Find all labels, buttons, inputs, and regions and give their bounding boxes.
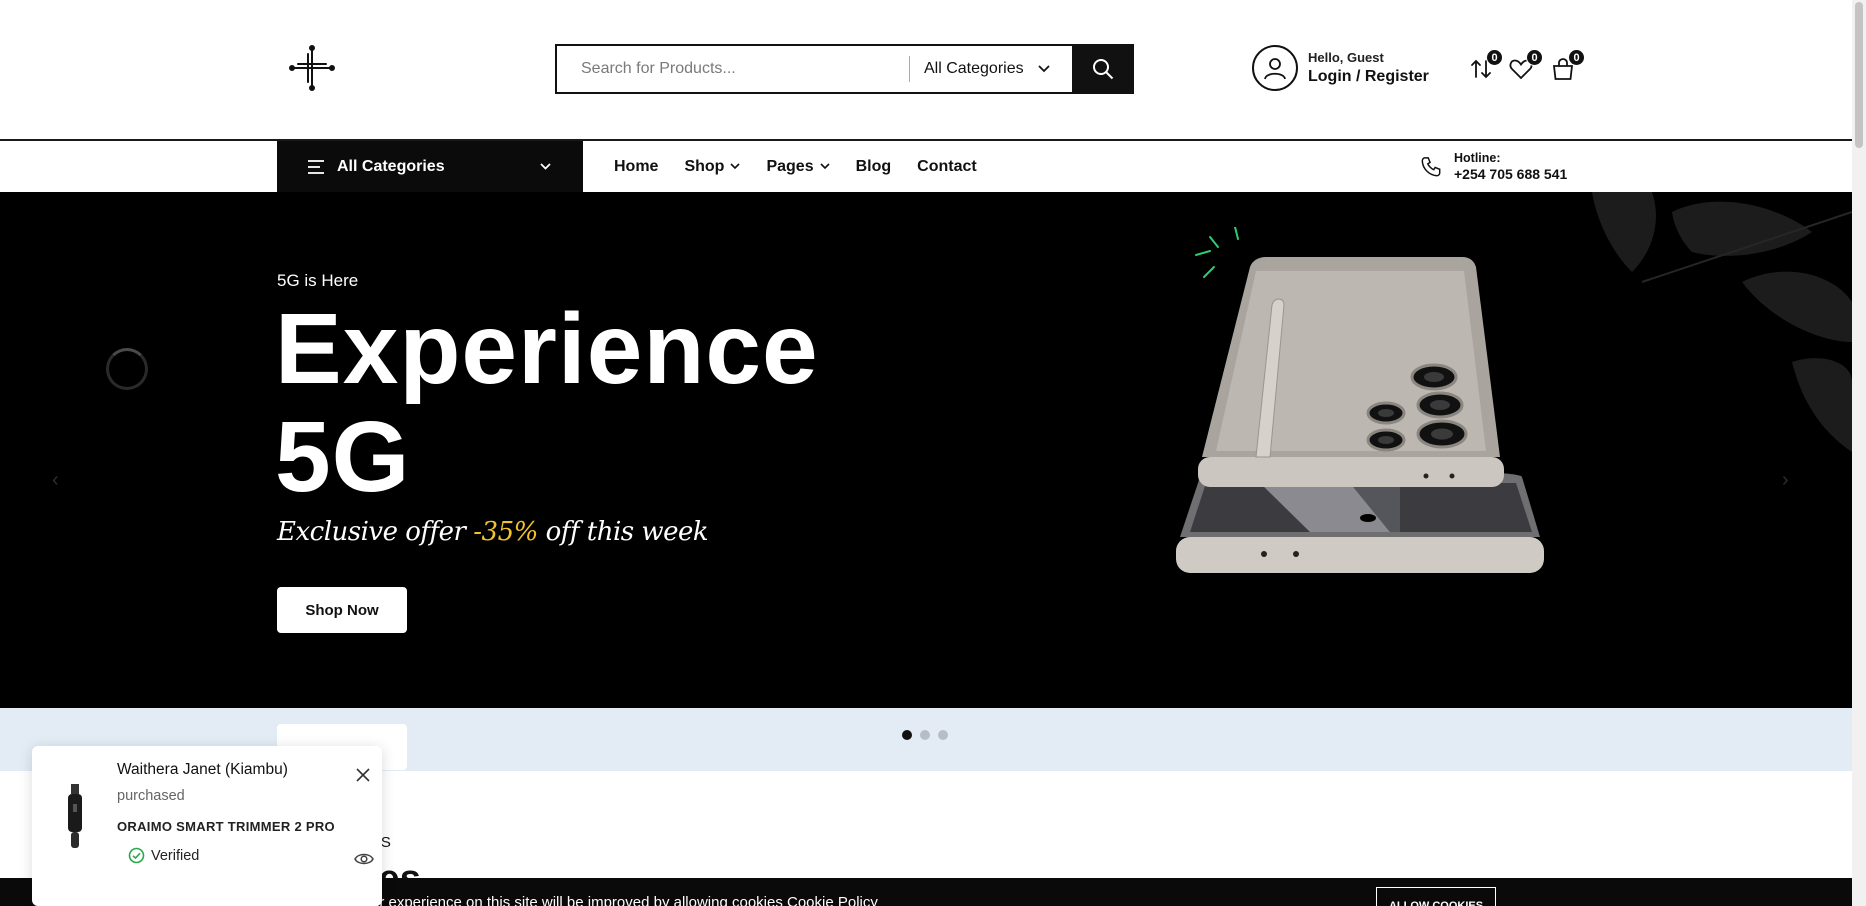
hero-shop-now-button[interactable]: Shop Now [277, 587, 407, 633]
hero-title: Experience 5G [275, 295, 819, 511]
offer-percent: -35% [473, 517, 538, 547]
search-category-label: All Categories [924, 60, 1024, 77]
loading-spinner-icon [106, 348, 148, 390]
slider-next-arrow-icon[interactable]: › [1782, 469, 1789, 492]
main-navigation: All Categories Home Shop Pages Blog Cont… [0, 141, 1852, 192]
nav-item-label: Home [614, 157, 659, 175]
verified-label: Verified [151, 847, 200, 864]
user-greeting: Hello, Guest [1308, 50, 1384, 65]
product-thumbnail-image [68, 784, 82, 848]
hero-title-line-2: 5G [275, 401, 411, 513]
user-icon [1252, 45, 1298, 91]
search-icon [1093, 59, 1114, 80]
search-input[interactable] [557, 46, 897, 92]
site-logo-icon[interactable] [288, 44, 336, 92]
nav-item-label: Contact [917, 157, 977, 175]
compare-count-badge: 0 [1486, 49, 1503, 66]
popup-verified: Verified [128, 847, 199, 864]
chevron-down-icon [1037, 65, 1050, 73]
slider-dot[interactable] [920, 730, 930, 740]
hero-title-line-1: Experience [275, 293, 819, 405]
nav-item-pages[interactable]: Pages [766, 157, 830, 176]
allow-cookies-button[interactable]: ALLOW COOKIES [1376, 887, 1496, 906]
hero-eyebrow: 5G is Here [277, 271, 359, 290]
slider-pagination [902, 730, 948, 740]
phone-icon [1421, 156, 1441, 176]
cart-button[interactable]: 0 [1550, 49, 1585, 82]
site-header: All Categories Hello, Guest Login / Regi… [0, 0, 1852, 141]
hotline[interactable]: Hotline: +254 705 688 541 [1420, 151, 1567, 182]
all-categories-label: All Categories [337, 157, 445, 175]
wishlist-count-badge: 0 [1526, 49, 1543, 66]
offer-prefix: Exclusive offer [277, 517, 474, 547]
login-register-link[interactable]: Login / Register [1308, 68, 1429, 86]
nav-item-home[interactable]: Home [614, 158, 658, 176]
nav-item-blog[interactable]: Blog [856, 158, 892, 176]
chevron-down-icon [730, 163, 741, 170]
compare-button[interactable]: 0 [1468, 49, 1503, 82]
popup-product-name[interactable]: ORAIMO SMART TRIMMER 2 PRO [117, 819, 335, 834]
smartphone-product-image [1176, 227, 1544, 573]
popup-action: purchased [117, 788, 185, 804]
close-icon[interactable] [354, 766, 372, 784]
all-categories-button[interactable]: All Categories [277, 141, 583, 192]
verified-check-icon [128, 847, 145, 864]
eye-icon[interactable] [354, 852, 374, 866]
nav-item-label: Shop [684, 157, 725, 175]
slider-prev-arrow-icon[interactable]: ‹ [52, 469, 59, 492]
cart-count-badge: 0 [1568, 49, 1585, 66]
recent-purchase-popup: Waithera Janet (Kiambu) purchased ORAIMO… [32, 746, 382, 906]
hotline-number: +254 705 688 541 [1454, 166, 1568, 182]
chevron-down-icon [820, 163, 830, 170]
nav-item-contact[interactable]: Contact [917, 158, 977, 176]
nav-item-label: Blog [855, 157, 892, 175]
wishlist-button[interactable]: 0 [1508, 49, 1543, 82]
search-button[interactable] [1072, 44, 1134, 94]
slider-dot[interactable] [938, 730, 948, 740]
hero-offer-text: Exclusive offer -35% off this week [277, 517, 709, 547]
nav-menu: Home Shop Pages Blog Contact [614, 141, 1003, 192]
scrollbar-thumb[interactable] [1855, 2, 1863, 148]
search-category-select[interactable]: All Categories [910, 60, 1070, 78]
hamburger-menu-icon [308, 159, 324, 174]
page-scrollbar[interactable] [1852, 0, 1866, 906]
cookie-message: Your experience on this site will be imp… [354, 894, 878, 906]
slider-dot[interactable] [902, 730, 912, 740]
hero-slider: ‹ › 5G is Here Experience 5G Exclusive o… [0, 192, 1852, 708]
hotline-label: Hotline: [1454, 151, 1501, 165]
offer-suffix: off this week [537, 517, 709, 547]
search-bar: All Categories [555, 44, 1134, 94]
nav-item-label: Pages [766, 157, 814, 175]
popup-customer-name: Waithera Janet (Kiambu) [117, 761, 288, 778]
chevron-down-icon [540, 163, 551, 170]
user-account[interactable]: Hello, Guest Login / Register [1252, 45, 1429, 91]
nav-item-shop[interactable]: Shop [684, 157, 741, 176]
